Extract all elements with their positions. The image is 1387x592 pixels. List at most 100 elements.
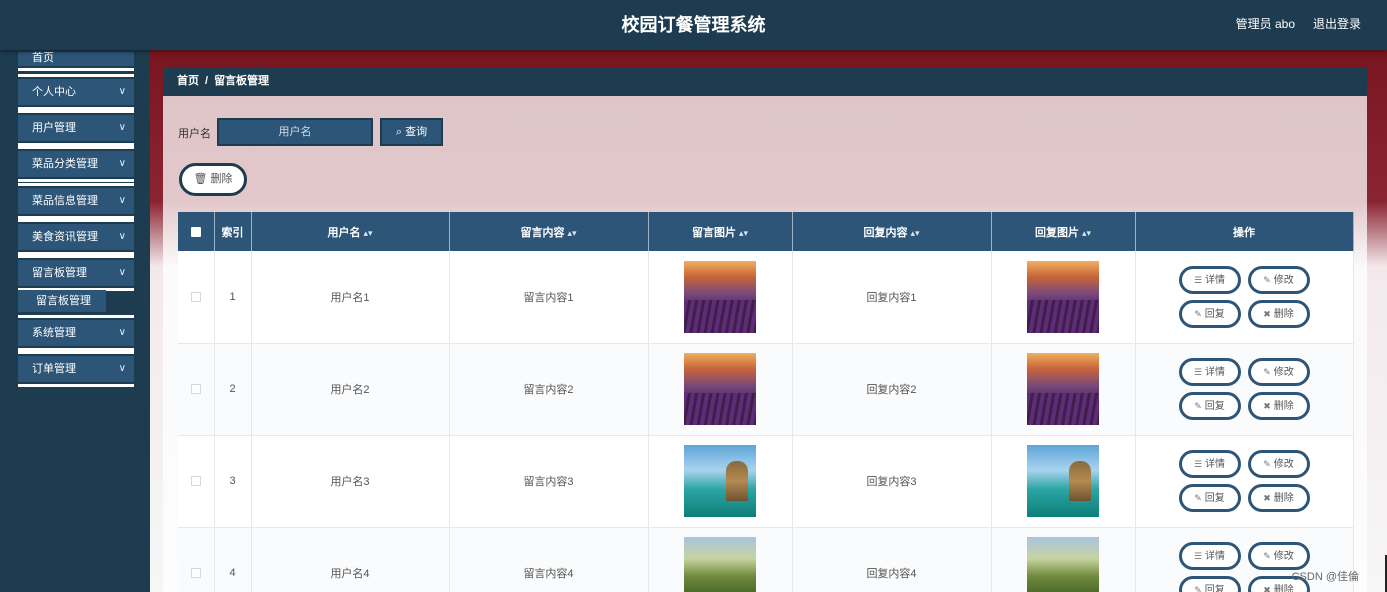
row-select-cell[interactable] xyxy=(178,435,215,528)
edit-button[interactable]: ✎ 修改 xyxy=(1247,542,1310,570)
sidebar-item-food-news[interactable]: 美食资讯管理 ∨ xyxy=(18,219,134,255)
pencil-icon: ✎ xyxy=(1194,308,1202,319)
sidebar-item-system[interactable]: 系统管理 ∨ xyxy=(18,315,134,351)
chevron-down-icon: ∨ xyxy=(118,363,126,374)
sort-icon[interactable]: ▴▾ xyxy=(910,228,919,238)
message-image[interactable] xyxy=(684,353,756,425)
reply-image[interactable] xyxy=(1027,260,1099,333)
reply-image[interactable] xyxy=(1027,445,1099,517)
action-label: 删除 xyxy=(1273,401,1294,412)
message-image[interactable] xyxy=(684,260,756,333)
index-cell: 1 xyxy=(214,251,252,344)
reply-image[interactable] xyxy=(1027,353,1099,425)
table-row: 4 用户名4 留言内容4 回复内容4 ☰ 详情 ✎ 修改 ✎ 回复 ✖ 删除 xyxy=(178,527,1354,592)
select-all-header[interactable] xyxy=(178,212,215,251)
column-header-reply[interactable]: 回复内容 ▴▾ xyxy=(792,212,992,251)
batch-delete-button[interactable]: 🗑︎ 删除 xyxy=(179,163,247,196)
pencil-icon: ✎ xyxy=(1194,493,1202,503)
reply-button[interactable]: ✎ 回复 xyxy=(1178,392,1241,420)
sidebar-item-dish-category[interactable]: 菜品分类管理 ∨ xyxy=(18,146,134,182)
detail-button[interactable]: ☰ 详情 xyxy=(1178,358,1241,386)
action-label: 删除 xyxy=(1273,493,1294,504)
row-checkbox[interactable] xyxy=(190,476,201,487)
username-cell: 用户名1 xyxy=(251,251,450,344)
pencil-icon: ✎ xyxy=(1263,551,1271,561)
sidebar-item-profile[interactable]: 个人中心 ∨ xyxy=(18,74,134,110)
sidebar-item-message-board[interactable]: 留言板管理 ∨ xyxy=(18,255,134,291)
sidebar-item-label: 用户管理 xyxy=(32,122,76,134)
reply-cell: 回复内容4 xyxy=(792,527,992,592)
row-select-cell[interactable] xyxy=(178,343,215,436)
image-cell xyxy=(648,251,793,344)
index-cell: 2 xyxy=(214,343,252,436)
detail-button[interactable]: ☰ 详情 xyxy=(1178,450,1241,478)
action-label: 删除 xyxy=(1273,308,1294,320)
submenu-item-message-board[interactable]: 留言板管理 xyxy=(18,290,106,312)
chevron-down-icon: ∨ xyxy=(118,195,126,206)
sidebar-item-home[interactable]: 首页 xyxy=(18,52,134,71)
reply-image[interactable] xyxy=(1027,537,1099,592)
document-icon: ☰ xyxy=(1193,367,1203,377)
image-cell xyxy=(648,527,793,592)
index-cell: 3 xyxy=(214,435,252,528)
sort-icon[interactable]: ▴▾ xyxy=(739,228,748,238)
logout-link[interactable]: 退出登录 xyxy=(1313,0,1361,48)
delete-button[interactable]: ✖ 删除 xyxy=(1247,484,1310,512)
delete-button[interactable]: ✖ 删除 xyxy=(1247,392,1310,420)
sidebar-item-orders[interactable]: 订单管理 ∨ xyxy=(18,351,134,387)
table-row: 2 用户名2 留言内容2 回复内容2 ☰ 详情 ✎ 修改 ✎ 回复 ✖ 删除 xyxy=(178,343,1354,436)
reply-button[interactable]: ✎ 回复 xyxy=(1178,576,1241,592)
breadcrumb-home[interactable]: 首页 xyxy=(177,75,199,87)
action-label: 修改 xyxy=(1273,367,1294,378)
sidebar-item-users[interactable]: 用户管理 ∨ xyxy=(18,110,134,146)
reply-image-cell xyxy=(991,527,1136,592)
search-icon: ⌕ xyxy=(395,126,403,138)
action-label: 删除 xyxy=(1273,585,1294,592)
column-header-content[interactable]: 留言内容 ▴▾ xyxy=(449,212,649,251)
row-actions: ☰ 详情 ✎ 修改 ✎ 回复 ✖ 删除 xyxy=(1174,450,1314,512)
message-image[interactable] xyxy=(684,445,756,517)
row-checkbox[interactable] xyxy=(190,568,201,579)
breadcrumb-current: 留言板管理 xyxy=(214,75,270,87)
actions-cell: ☰ 详情 ✎ 修改 ✎ 回复 ✖ 删除 xyxy=(1135,435,1354,528)
row-select-cell[interactable] xyxy=(178,251,215,344)
select-all-checkbox[interactable] xyxy=(190,226,201,237)
edit-button[interactable]: ✎ 修改 xyxy=(1247,265,1310,294)
sidebar-item-label: 菜品信息管理 xyxy=(32,195,98,207)
username-cell: 用户名2 xyxy=(251,343,450,436)
sidebar-item-label: 美食资讯管理 xyxy=(32,231,98,243)
search-button[interactable]: ⌕ 查询 xyxy=(380,118,443,146)
image-cell xyxy=(648,435,793,528)
reply-button[interactable]: ✎ 回复 xyxy=(1178,484,1241,512)
reply-button[interactable]: ✎ 回复 xyxy=(1178,299,1241,328)
detail-button[interactable]: ☰ 详情 xyxy=(1178,265,1241,294)
sort-icon[interactable]: ▴▾ xyxy=(567,228,576,238)
sort-icon[interactable]: ▴▾ xyxy=(363,228,372,238)
content-cell: 留言内容3 xyxy=(449,435,649,528)
detail-button[interactable]: ☰ 详情 xyxy=(1178,542,1241,570)
reply-cell: 回复内容2 xyxy=(792,343,992,436)
table-body: 1 用户名1 留言内容1 回复内容1 ☰ 详情 ✎ 修改 ✎ 回复 ✖ 删除 2 用户名2 留言内容2 回复内… xyxy=(178,251,1354,592)
delete-button[interactable]: ✖ 删除 xyxy=(1247,299,1310,328)
sidebar-item-dish-info[interactable]: 菜品信息管理 ∨ xyxy=(18,183,134,219)
column-header-image[interactable]: 留言图片 ▴▾ xyxy=(648,212,793,251)
row-select-cell[interactable] xyxy=(178,527,215,592)
row-actions: ☰ 详情 ✎ 修改 ✎ 回复 ✖ 删除 xyxy=(1174,265,1314,328)
column-header-reply-image[interactable]: 回复图片 ▴▾ xyxy=(991,212,1136,251)
document-icon: ☰ xyxy=(1193,551,1203,561)
row-actions: ☰ 详情 ✎ 修改 ✎ 回复 ✖ 删除 xyxy=(1174,542,1314,592)
username-search-input[interactable] xyxy=(217,118,373,146)
watermark: CSDN @佳倫 xyxy=(1291,571,1359,583)
message-image[interactable] xyxy=(684,537,756,592)
column-header-username[interactable]: 用户名 ▴▾ xyxy=(251,212,450,251)
edit-button[interactable]: ✎ 修改 xyxy=(1247,358,1310,386)
edit-button[interactable]: ✎ 修改 xyxy=(1247,450,1310,478)
action-label: 详情 xyxy=(1205,367,1226,378)
pencil-icon: ✎ xyxy=(1194,401,1202,411)
trash-icon: ✖ xyxy=(1263,585,1271,592)
sort-icon[interactable]: ▴▾ xyxy=(1082,228,1091,238)
chevron-down-icon: ∨ xyxy=(118,231,126,242)
table-row: 3 用户名3 留言内容3 回复内容3 ☰ 详情 ✎ 修改 ✎ 回复 ✖ 删除 xyxy=(178,435,1354,528)
row-checkbox[interactable] xyxy=(190,384,201,395)
row-checkbox[interactable] xyxy=(190,291,201,302)
